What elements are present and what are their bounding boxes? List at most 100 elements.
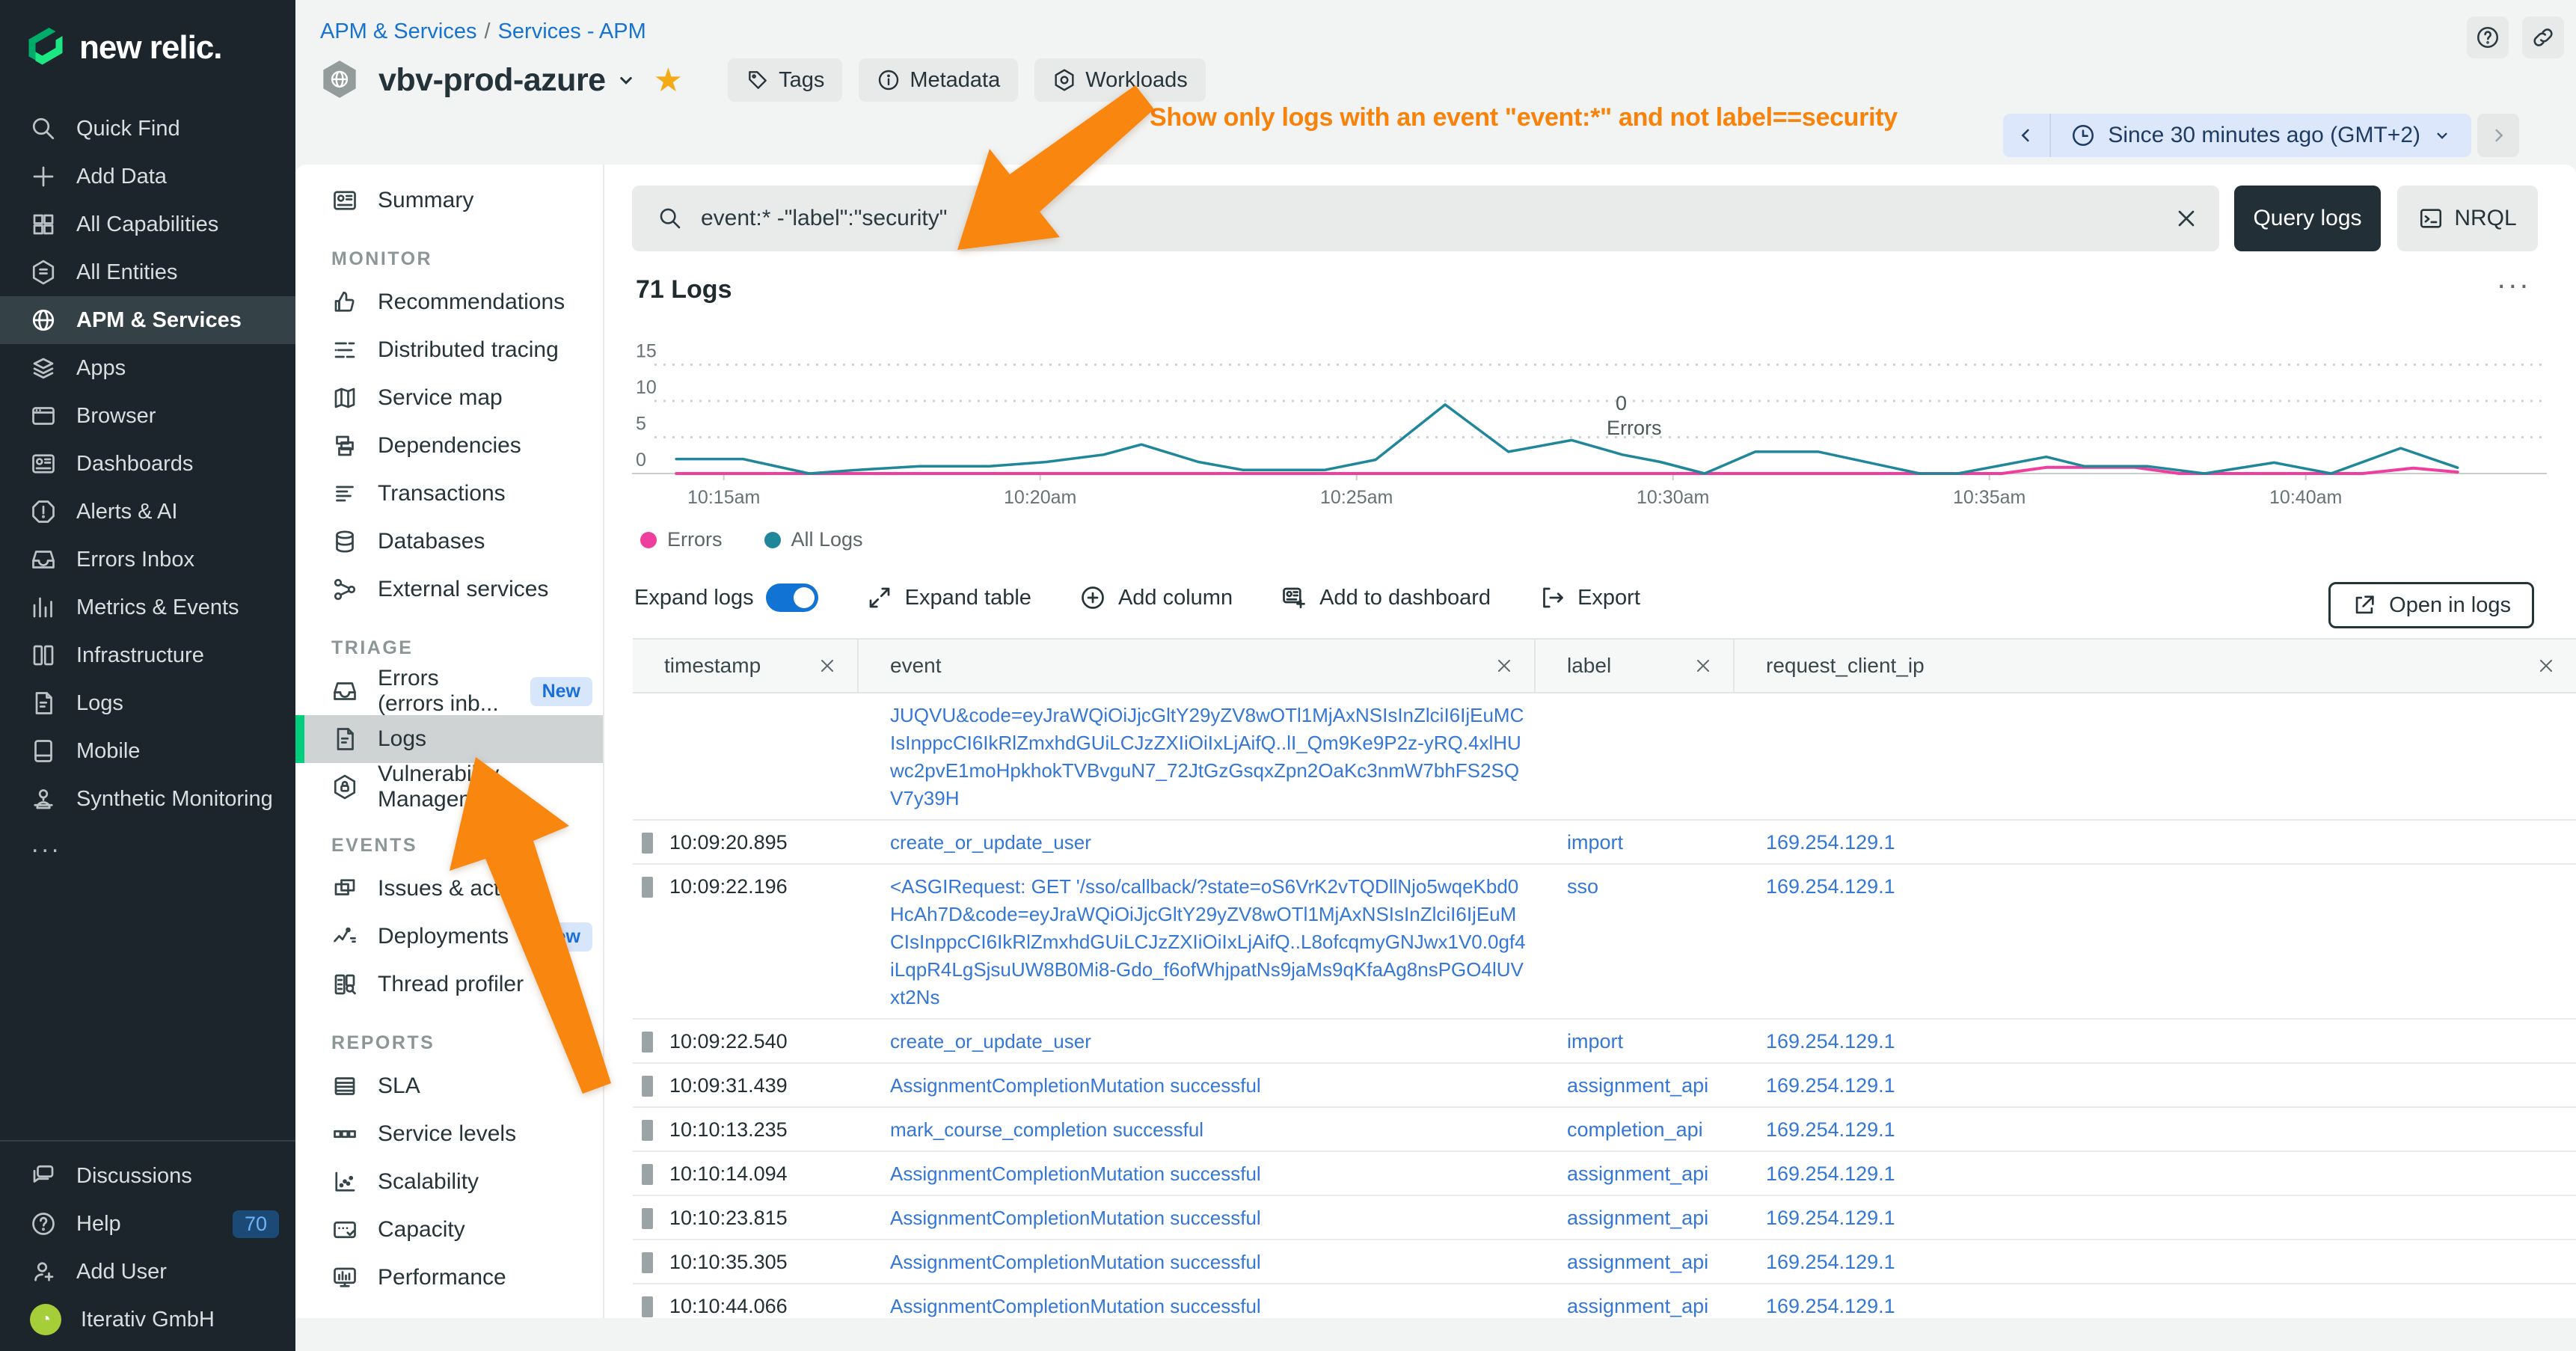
metadata-button[interactable]: Metadata [859, 58, 1018, 102]
label-link[interactable]: assignment_api [1567, 1074, 1708, 1097]
breadcrumb-apm-services[interactable]: APM & Services [320, 19, 477, 43]
entity-nav-item-dependencies[interactable]: Dependencies [295, 422, 603, 470]
entity-nav-item-performance[interactable]: Performance [295, 1254, 603, 1302]
table-row[interactable]: 10:10:13.235mark_course_completion succe… [633, 1108, 2576, 1152]
entity-nav-item-recommendations[interactable]: Recommendations [295, 278, 603, 326]
help-button[interactable] [2467, 16, 2509, 58]
entity-nav-item-scalability[interactable]: Scalability [295, 1158, 603, 1206]
workloads-button[interactable]: Workloads [1034, 58, 1205, 102]
entity-nav-item-logs[interactable]: Logs [295, 715, 603, 763]
label-link[interactable]: assignment_api [1567, 1295, 1708, 1317]
sidebar-item-all-entities[interactable]: All Entities [0, 248, 295, 296]
event-link[interactable]: <ASGIRequest: GET '/sso/callback/?state=… [890, 875, 1526, 1008]
sidebar-footer-discussions[interactable]: Discussions [0, 1152, 295, 1200]
entity-nav-item-errors-errors-inb-[interactable]: Errors (errors inb...New [295, 667, 603, 715]
nrql-button[interactable]: NRQL [2397, 186, 2538, 251]
sidebar-item-browser[interactable]: Browser [0, 392, 295, 440]
ip-link[interactable]: 169.254.129.1 [1766, 1207, 1895, 1229]
table-row[interactable]: 10:09:22.540create_or_update_userimport1… [633, 1020, 2576, 1064]
sidebar-item-alerts-ai[interactable]: Alerts & AI [0, 488, 295, 536]
ip-link[interactable]: 169.254.129.1 [1766, 1295, 1895, 1317]
card-menu-button[interactable]: ... [2497, 271, 2531, 286]
table-row[interactable]: 10:10:14.094AssignmentCompletionMutation… [633, 1152, 2576, 1196]
sidebar-item-add-data[interactable]: Add Data [0, 153, 295, 200]
entity-nav-item-transactions[interactable]: Transactions [295, 470, 603, 518]
event-link[interactable]: AssignmentCompletionMutation successful [890, 1295, 1261, 1317]
column-header-timestamp[interactable]: timestamp [633, 640, 859, 692]
table-row[interactable]: JUQVU&code=eyJraWQiOiJjcGltY29yZV8wOTl1M… [633, 693, 2576, 821]
event-link[interactable]: JUQVU&code=eyJraWQiOiJjcGltY29yZV8wOTl1M… [890, 704, 1524, 809]
toolbar-expand-logs[interactable]: Expand logs [634, 583, 818, 612]
entity-nav-item-thread-profiler[interactable]: Thread profiler [295, 961, 603, 1008]
query-logs-button[interactable]: Query logs [2234, 186, 2381, 251]
label-link[interactable]: import [1567, 1030, 1623, 1053]
time-range-selector[interactable]: Since 30 minutes ago (GMT+2) [2051, 123, 2471, 148]
ip-link[interactable]: 169.254.129.1 [1766, 1118, 1895, 1141]
column-header-event[interactable]: event [859, 640, 1536, 692]
breadcrumb-services-apm[interactable]: Services - APM [498, 19, 646, 43]
column-header-request_client_ip[interactable]: request_client_ip [1735, 640, 2576, 692]
sidebar-footer-iterativ-gmbh[interactable]: ◔Iterativ GmbH [0, 1296, 295, 1344]
sidebar-item-dashboards[interactable]: Dashboards [0, 440, 295, 488]
event-link[interactable]: create_or_update_user [890, 1030, 1091, 1053]
expand-logs-toggle[interactable] [766, 583, 818, 612]
entity-nav-item-deployments[interactable]: DeploymentsNew [295, 913, 603, 961]
legend-errors[interactable]: Errors [640, 528, 723, 551]
legend-all-logs[interactable]: All Logs [764, 528, 863, 551]
event-link[interactable]: AssignmentCompletionMutation successful [890, 1074, 1261, 1097]
new-relic-logo[interactable]: new relic. [0, 0, 295, 70]
permalink-button[interactable] [2522, 16, 2564, 58]
ip-link[interactable]: 169.254.129.1 [1766, 1251, 1895, 1273]
table-row[interactable]: 10:09:31.439AssignmentCompletionMutation… [633, 1064, 2576, 1108]
table-row[interactable]: 10:09:20.895create_or_update_userimport1… [633, 821, 2576, 865]
sidebar-item-metrics-events[interactable]: Metrics & Events [0, 583, 295, 631]
label-link[interactable]: assignment_api [1567, 1162, 1708, 1185]
table-row[interactable]: 10:10:44.066AssignmentCompletionMutation… [633, 1284, 2576, 1318]
toolbar-add-column[interactable]: Add column [1079, 584, 1233, 611]
table-row[interactable]: 10:10:35.305AssignmentCompletionMutation… [633, 1240, 2576, 1284]
time-forward-button[interactable] [2477, 114, 2519, 157]
table-row[interactable]: 10:09:22.196<ASGIRequest: GET '/sso/call… [633, 865, 2576, 1020]
open-in-logs-button[interactable]: Open in logs [2328, 582, 2534, 628]
entity-nav-item-external-services[interactable]: External services [295, 566, 603, 613]
sidebar-item-infrastructure[interactable]: Infrastructure [0, 631, 295, 679]
table-row[interactable]: 10:10:23.815AssignmentCompletionMutation… [633, 1196, 2576, 1240]
label-link[interactable]: completion_api [1567, 1118, 1703, 1141]
entity-nav-item-capacity[interactable]: Capacity [295, 1206, 603, 1254]
entity-nav-item-issues-activity[interactable]: Issues & activity [295, 865, 603, 913]
remove-column-button[interactable] [1494, 655, 1515, 676]
entity-nav-item-distributed-tracing[interactable]: Distributed tracing [295, 326, 603, 374]
label-link[interactable]: sso [1567, 875, 1598, 898]
sidebar-item-logs[interactable]: Logs [0, 679, 295, 727]
event-link[interactable]: AssignmentCompletionMutation successful [890, 1251, 1261, 1273]
entity-nav-item-databases[interactable]: Databases [295, 518, 603, 566]
entity-nav-item-service-levels[interactable]: Service levels [295, 1110, 603, 1158]
ip-link[interactable]: 169.254.129.1 [1766, 1162, 1895, 1185]
ip-link[interactable]: 169.254.129.1 [1766, 831, 1895, 854]
toolbar-add-to-dashboard[interactable]: Add to dashboard [1281, 584, 1491, 611]
label-link[interactable]: assignment_api [1567, 1251, 1708, 1273]
ip-link[interactable]: 169.254.129.1 [1766, 875, 1895, 898]
remove-column-button[interactable] [817, 655, 838, 676]
entity-title[interactable]: vbv-prod-azure [378, 62, 606, 99]
event-link[interactable]: create_or_update_user [890, 831, 1091, 854]
time-back-button[interactable] [2003, 114, 2051, 157]
label-link[interactable]: assignment_api [1567, 1207, 1708, 1229]
log-search-input[interactable] [699, 205, 2173, 232]
remove-column-button[interactable] [1693, 655, 1714, 676]
column-header-label[interactable]: label [1536, 640, 1735, 692]
entity-title-chevron-down-icon[interactable] [615, 69, 637, 91]
favorite-star-icon[interactable]: ★ [654, 61, 683, 99]
sidebar-footer-help[interactable]: Help70 [0, 1200, 295, 1248]
global-nav-more[interactable]: ... [0, 823, 295, 865]
event-link[interactable]: mark_course_completion successful [890, 1118, 1203, 1141]
sidebar-item-quick-find[interactable]: Quick Find [0, 105, 295, 153]
sidebar-item-mobile[interactable]: Mobile [0, 727, 295, 775]
tags-button[interactable]: Tags [728, 58, 842, 102]
toolbar-expand-table[interactable]: Expand table [866, 584, 1031, 611]
entity-nav-item-service-map[interactable]: Service map [295, 374, 603, 422]
entity-nav-item-vulnerability-management[interactable]: Vulnerability Management [295, 763, 603, 811]
ip-link[interactable]: 169.254.129.1 [1766, 1074, 1895, 1097]
sidebar-item-errors-inbox[interactable]: Errors Inbox [0, 536, 295, 583]
sidebar-item-synthetic-monitoring[interactable]: Synthetic Monitoring [0, 775, 295, 823]
